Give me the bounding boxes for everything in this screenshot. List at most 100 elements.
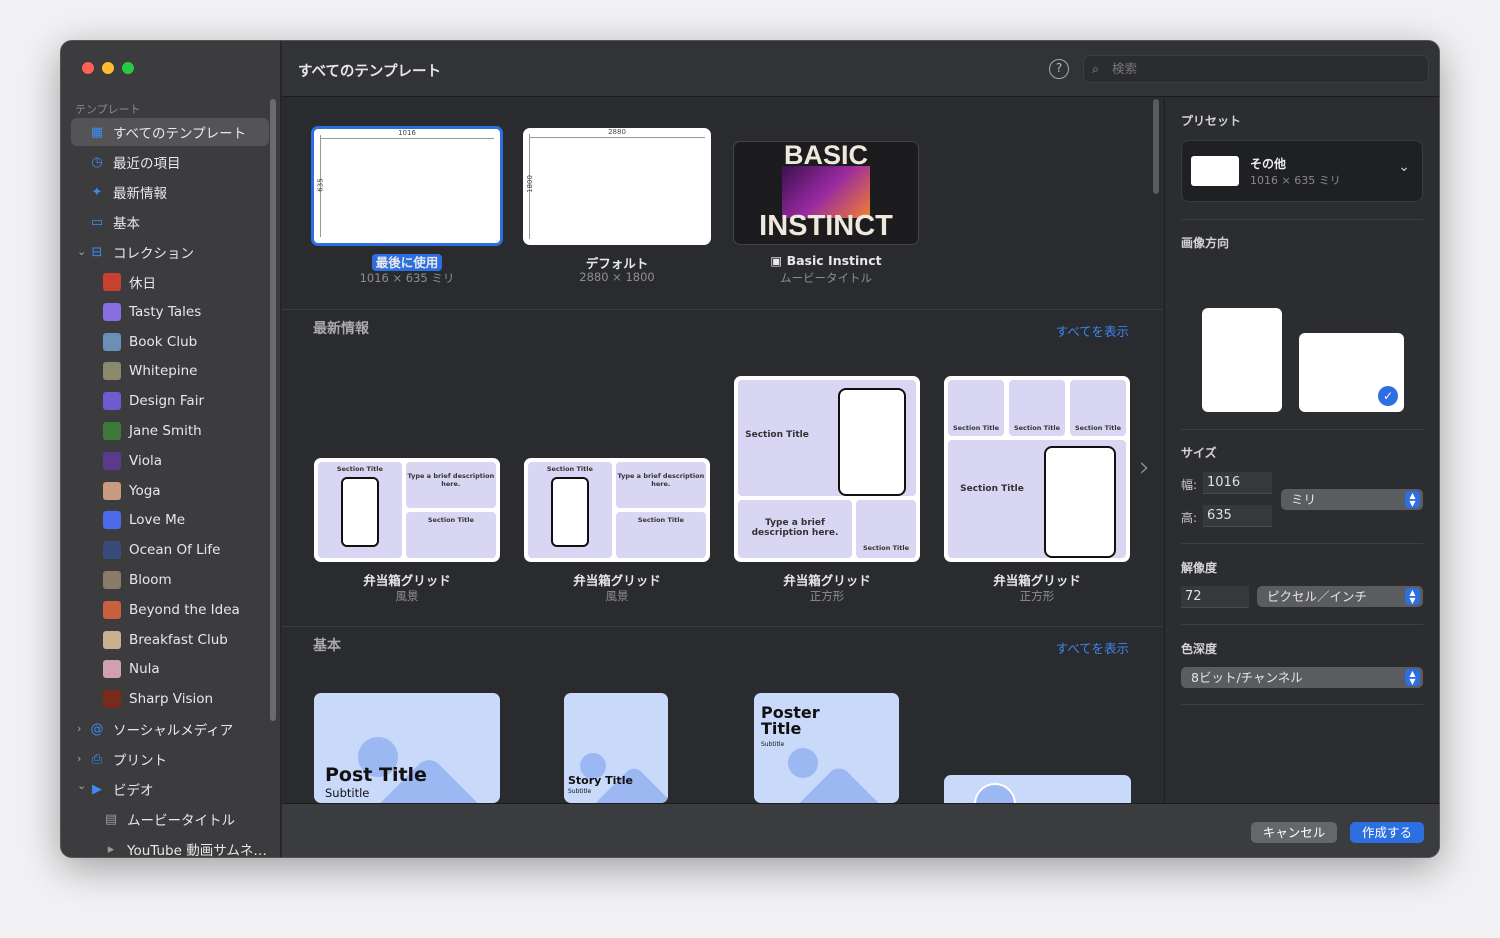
phone-mockup <box>838 388 906 496</box>
sidebar-collection-item[interactable]: Nula <box>71 655 269 683</box>
label: 基本 <box>113 216 140 232</box>
portrait-orientation-option[interactable] <box>1202 308 1282 412</box>
create-button[interactable]: 作成する <box>1350 822 1424 843</box>
recent-template-last-used[interactable]: 1016 635 <box>311 126 503 246</box>
main-scrollbar[interactable] <box>1153 99 1159 194</box>
sidebar-item-movie-title[interactable]: ▤ ムービータイトル <box>71 805 269 833</box>
whats-new-template-card[interactable]: Section Title Section Title Section Titl… <box>944 376 1130 562</box>
sidebar-collection-item[interactable]: Yoga <box>71 477 269 505</box>
width-dimension: 2880 <box>608 128 626 136</box>
basic-template-post[interactable]: Post Title Subtitle <box>314 693 500 803</box>
phone-mockup <box>1044 446 1116 558</box>
minimize-button[interactable] <box>102 62 114 74</box>
sidebar-item-recent[interactable]: ◷ 最近の項目 <box>71 148 269 176</box>
sidebar-item-social-media[interactable]: @ ソーシャルメディア <box>71 715 269 743</box>
preset-label: プリセット <box>1181 114 1242 128</box>
window-title: すべてのテンプレート <box>298 64 441 80</box>
zoom-button[interactable] <box>122 62 134 74</box>
post-title: Post Title <box>325 764 427 786</box>
label: Viola <box>129 452 162 469</box>
landscape-orientation-option[interactable]: ✓ <box>1299 333 1404 412</box>
sidebar-collection-item[interactable]: Beyond the Idea <box>71 596 269 624</box>
stepper-arrows-icon: ▲ ▼ <box>1405 491 1420 508</box>
resolution-unit-value: ピクセル／インチ <box>1267 589 1368 604</box>
sidebar-collection-item[interactable]: 休日 <box>71 268 269 296</box>
bento-text: Section Title <box>1074 424 1122 432</box>
sidebar-item-video[interactable]: ▶ ビデオ <box>71 775 269 803</box>
label: コレクション <box>113 246 194 262</box>
sidebar-collection-item[interactable]: Viola <box>71 447 269 475</box>
film-icon: ▤ <box>104 811 118 827</box>
preset-name: その他 <box>1250 157 1287 171</box>
next-page-chevron-icon[interactable]: › <box>1139 450 1150 483</box>
label: Tasty Tales <box>129 303 202 320</box>
label: Ocean Of Life <box>129 542 221 559</box>
label: Bloom <box>129 572 172 588</box>
sidebar-collection-item[interactable]: Ocean Of Life <box>71 536 269 564</box>
template-sub: 2880 × 1800 <box>579 270 655 284</box>
bento-text: Section Title <box>546 465 593 473</box>
cancel-button[interactable]: キャンセル <box>1251 822 1337 843</box>
header: すべてのテンプレート ? ⌕ 検索 <box>282 41 1439 97</box>
basic-template-landscape[interactable] <box>944 775 1131 803</box>
size-label: サイズ <box>1181 446 1217 460</box>
resolution-unit-select[interactable]: ピクセル／インチ ▲ ▼ <box>1257 586 1423 607</box>
label: Beyond the Idea <box>129 601 240 618</box>
whats-new-template-card[interactable]: Section Title Type a brief description h… <box>524 458 710 562</box>
basic-template-story[interactable]: Story Title Subtitle <box>564 693 668 803</box>
rectangle-icon: ▭ <box>90 214 104 230</box>
show-all-whats-new-link[interactable]: すべてを表示 <box>1056 321 1129 340</box>
sidebar-collection-item[interactable]: Book Club <box>71 328 269 356</box>
color-depth-select[interactable]: 8ビット/チャンネル ▲ ▼ <box>1181 667 1423 688</box>
sidebar-item-all-templates[interactable]: ▦ すべてのテンプレート <box>71 118 269 146</box>
close-button[interactable] <box>82 62 94 74</box>
unit-select[interactable]: ミリ ▲ ▼ <box>1281 489 1423 510</box>
sidebar-collection-item[interactable]: Design Fair <box>71 387 269 415</box>
sidebar-scrollbar[interactable] <box>270 99 276 721</box>
sidebar-collection-item[interactable]: Bloom <box>71 566 269 594</box>
divider <box>282 626 1163 627</box>
whats-new-template-card[interactable]: Section Title Type a brief description h… <box>734 376 920 562</box>
sidebar-item-youtube-thumbnail[interactable]: ▸ YouTube 動画サムネ… <box>71 835 269 858</box>
recent-template-default[interactable]: 2880 1800 <box>523 128 711 245</box>
width-field[interactable]: 1016 <box>1203 472 1272 494</box>
chevron-down-icon: ⌄ <box>1398 159 1410 175</box>
sidebar-collection-item[interactable]: Jane Smith <box>71 417 269 445</box>
bento-cell: Section Title <box>948 380 1004 436</box>
section-title-whats-new: 最新情報 <box>313 321 369 337</box>
collection-thumbnail <box>103 511 121 530</box>
sidebar-collection-item[interactable]: Sharp Vision <box>71 685 269 713</box>
play-icon: ▸ <box>107 841 115 857</box>
help-icon[interactable]: ? <box>1049 59 1069 79</box>
sidebar-item-whats-new[interactable]: ✦ 最新情報 <box>71 178 269 206</box>
video-icon: ▶ <box>92 781 102 797</box>
sparkle-icon: ✦ <box>91 184 103 200</box>
template-gallery: 1016 635 最後に使用 1016 × 635 ミリ 2880 1800 デ… <box>282 98 1163 803</box>
label: YouTube 動画サムネ… <box>127 843 267 858</box>
collection-thumbnail <box>103 660 121 679</box>
grid-icon: ▦ <box>90 124 104 140</box>
phone-mockup <box>340 477 379 547</box>
basic-template-poster[interactable]: Poster Title Subtitle <box>754 693 899 803</box>
sidebar-item-basic[interactable]: ▭ 基本 <box>71 208 269 236</box>
resolution-field[interactable]: 72 <box>1181 586 1249 608</box>
sidebar-collection-item[interactable]: Breakfast Club <box>71 626 269 654</box>
recent-template-basic-instinct[interactable]: BASIC INSTINCT <box>733 141 919 245</box>
height-field[interactable]: 635 <box>1203 505 1272 527</box>
bento-text: Section Title <box>960 484 1024 494</box>
collection-thumbnail <box>103 571 121 589</box>
preset-dropdown[interactable]: その他 1016 × 635 ミリ ⌄ <box>1181 140 1423 202</box>
show-all-basic-link[interactable]: すべてを表示 <box>1056 638 1129 657</box>
label: 休日 <box>129 276 156 292</box>
template-chooser-window: テンプレート ▦ すべてのテンプレート ◷ 最近の項目 ✦ 最新情報 ▭ 基本 ⌄ ⊟ コ… <box>60 40 1440 858</box>
sidebar-item-print[interactable]: ⎙ プリント <box>71 745 269 773</box>
whats-new-template-card[interactable]: Section Title Type a brief description h… <box>314 458 500 562</box>
at-icon: @ <box>90 721 104 737</box>
search-input[interactable]: ⌕ 検索 <box>1083 55 1429 83</box>
template-sub: 正方形 <box>809 589 845 603</box>
sidebar-collection-item[interactable]: Love Me <box>71 506 269 534</box>
bento-text: Section Title <box>862 544 910 552</box>
sidebar-collection-item[interactable]: Tasty Tales <box>71 298 269 326</box>
sidebar-item-collections[interactable]: ⊟ コレクション <box>71 238 269 266</box>
sidebar-collection-item[interactable]: Whitepine <box>71 357 269 385</box>
